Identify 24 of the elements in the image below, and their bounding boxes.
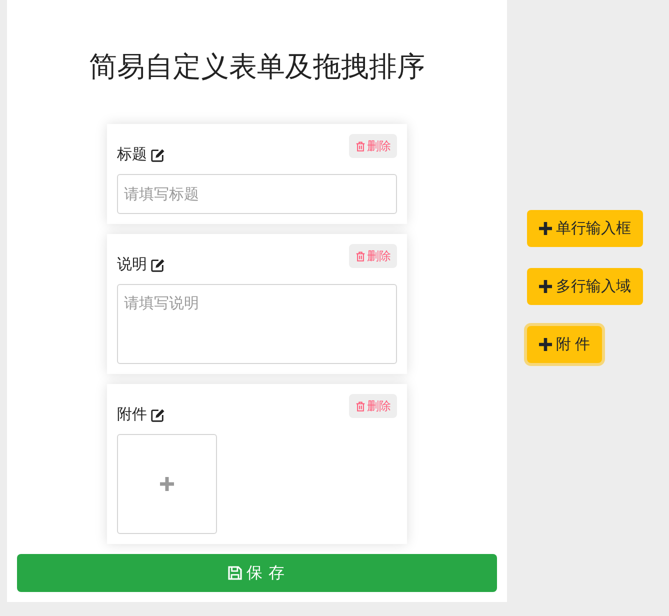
add-field-button[interactable]: 单行输入框	[527, 210, 643, 247]
edit-icon[interactable]	[150, 258, 165, 272]
field-label: 说明	[117, 255, 147, 275]
trash-icon	[355, 250, 366, 262]
plus-icon	[539, 280, 552, 293]
save-button[interactable]: 保 存	[17, 554, 497, 592]
plus-icon	[160, 477, 174, 491]
trash-icon	[355, 140, 366, 152]
page-title: 简易自定义表单及拖拽排序	[89, 50, 425, 84]
plus-icon	[539, 338, 552, 351]
trash-icon	[355, 400, 366, 412]
delete-button[interactable]: 删除	[349, 134, 397, 158]
field-label: 标题	[117, 145, 147, 165]
plus-icon	[539, 222, 552, 235]
delete-button[interactable]: 删除	[349, 244, 397, 268]
delete-button[interactable]: 删除	[349, 394, 397, 418]
add-field-button[interactable]: 多行输入域	[527, 268, 643, 305]
floppy-disk-icon	[228, 566, 242, 580]
edit-icon[interactable]	[150, 148, 165, 162]
textarea-field[interactable]: 请填写说明	[117, 284, 397, 364]
edit-icon[interactable]	[150, 408, 165, 422]
add-field-button[interactable]: 附 件	[527, 326, 602, 363]
text-input-field[interactable]: 请填写标题	[117, 174, 397, 214]
field-label: 附件	[117, 405, 147, 425]
